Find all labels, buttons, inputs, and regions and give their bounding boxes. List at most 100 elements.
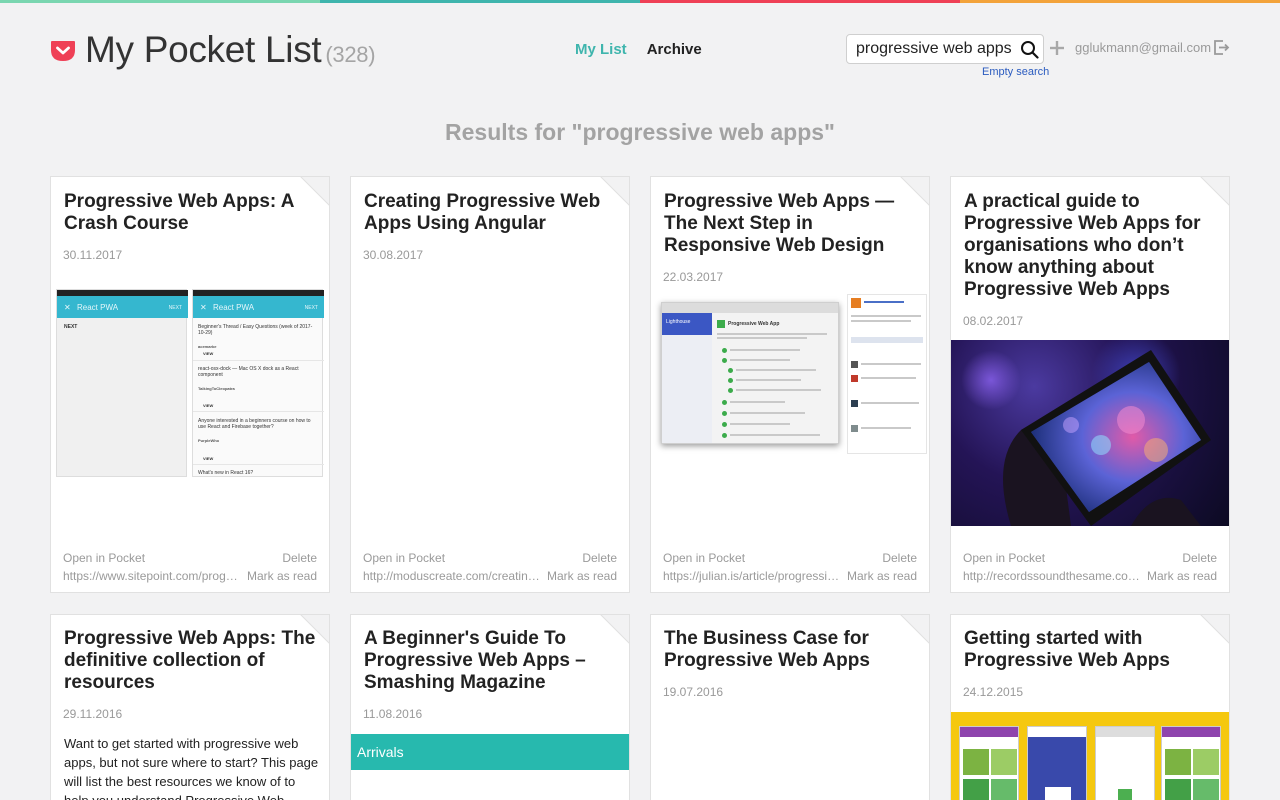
results-heading: Results for "progressive web apps" — [445, 119, 835, 145]
thumbnail-pass-dot — [728, 388, 733, 393]
nav-archive[interactable]: Archive — [647, 41, 702, 58]
thumbnail-phone-appbar — [1162, 727, 1220, 737]
empty-search-link[interactable]: Empty search — [982, 66, 1049, 78]
thumbnail-text-line — [730, 423, 790, 425]
thumbnail-item-user: TalkingToCleopatra — [198, 386, 235, 391]
thumbnail-left-item: NEXT — [64, 324, 78, 330]
card-date: 30.08.2017 — [363, 248, 424, 262]
thumbnail-phone — [1027, 726, 1087, 800]
logout-icon[interactable] — [1213, 39, 1230, 56]
card-title[interactable]: Progressive Web Apps: The definitive col… — [64, 628, 316, 694]
mark-as-read-button[interactable]: Mark as read — [247, 569, 317, 583]
item-count: (328) — [325, 42, 376, 67]
thumbnail-heading: Progressive Web App — [728, 321, 780, 327]
search-icon[interactable] — [1020, 40, 1039, 59]
thumbnail-view: VIEW — [203, 351, 214, 356]
card-title[interactable]: Progressive Web Apps: A Crash Course — [64, 191, 316, 235]
open-in-pocket-link[interactable]: Open in Pocket — [963, 551, 1045, 565]
thumbnail-pass-dot — [722, 433, 727, 438]
article-url-link[interactable]: http://recordssoundthesame.com/blog/a-pr… — [963, 569, 1141, 583]
thumbnail-sidebar: Lighthouse — [662, 313, 712, 443]
open-in-pocket-link[interactable]: Open in Pocket — [663, 551, 745, 565]
thumbnail-item-title: What's new in React 16? — [198, 470, 254, 476]
thumbnail-text-line — [851, 320, 911, 322]
mark-as-read-button[interactable]: Mark as read — [547, 569, 617, 583]
pocket-logo-icon[interactable] — [50, 39, 76, 63]
thumbnail-appbar: ✕ React PWA NEXT — [57, 296, 188, 318]
nav-my-list[interactable]: My List — [575, 41, 627, 58]
thumbnail-close-icon: ✕ — [200, 303, 207, 312]
page-title-text: My Pocket List — [85, 29, 322, 70]
thumbnail-social-feed — [847, 294, 927, 454]
mark-as-read-button[interactable]: Mark as read — [1147, 569, 1217, 583]
article-card[interactable]: The Business Case for Progressive Web Ap… — [650, 614, 930, 800]
card-date: 22.03.2017 — [663, 270, 724, 284]
card-title[interactable]: The Business Case for Progressive Web Ap… — [664, 628, 916, 672]
open-in-pocket-link[interactable]: Open in Pocket — [63, 551, 145, 565]
delete-button[interactable]: Delete — [282, 551, 317, 565]
thumbnail-sidebar-header: Lighthouse — [662, 313, 712, 335]
card-date: 08.02.2017 — [963, 314, 1024, 328]
thumbnail-app-title: React PWA — [213, 303, 255, 312]
thumbnail-text-line — [861, 363, 921, 365]
card-thumbnail[interactable] — [951, 712, 1229, 800]
thumbnail-text-line — [730, 401, 785, 403]
thumbnail-tile — [1165, 779, 1191, 800]
thumbnail-item: Anyone interested in a beginners course … — [198, 418, 318, 444]
article-card[interactable]: A practical guide to Progressive Web App… — [950, 176, 1230, 593]
thumbnail-score-icon — [717, 320, 725, 328]
delete-button[interactable]: Delete — [1182, 551, 1217, 565]
delete-button[interactable]: Delete — [582, 551, 617, 565]
page-title: My Pocket List (328) — [85, 29, 376, 71]
thumbnail-item-user: acemarke — [198, 344, 217, 349]
article-card[interactable]: Progressive Web Apps — The Next Step in … — [650, 176, 930, 593]
thumbnail-text-line — [736, 389, 821, 391]
article-card[interactable]: Creating Progressive Web Apps Using Angu… — [350, 176, 630, 593]
thumbnail-phone — [959, 726, 1019, 800]
thumbnail-tile — [991, 749, 1017, 775]
thumbnail-next: NEXT — [168, 305, 182, 311]
card-title[interactable]: Progressive Web Apps — The Next Step in … — [664, 191, 916, 257]
article-card[interactable]: Progressive Web Apps: A Crash Course 30.… — [50, 176, 330, 593]
article-url-link[interactable]: https://www.sitepoint.com/progressive-we… — [63, 569, 241, 583]
card-title[interactable]: Creating Progressive Web Apps Using Angu… — [364, 191, 616, 235]
thumbnail-item: Beginner's Thread / Easy Questions (week… — [198, 324, 318, 350]
thumbnail-tile — [1045, 787, 1071, 800]
search-input[interactable] — [847, 35, 1017, 63]
card-thumbnail[interactable]: ✕ React PWA NEXT NEXT ✕ React PWA NEXT B… — [51, 277, 329, 477]
thumbnail-phone — [1161, 726, 1221, 800]
open-in-pocket-link[interactable]: Open in Pocket — [363, 551, 445, 565]
thumbnail-text-line — [861, 377, 916, 379]
card-thumbnail[interactable]: Lighthouse Progressive Web App — [651, 292, 929, 462]
thumbnail-screen-left: ✕ React PWA NEXT NEXT — [56, 289, 188, 477]
article-card[interactable]: A Beginner's Guide To Progressive Web Ap… — [350, 614, 630, 800]
card-title[interactable]: Getting started with Progressive Web App… — [964, 628, 1216, 672]
card-thumbnail[interactable] — [951, 340, 1229, 526]
thumbnail-divider — [193, 360, 324, 361]
main-nav: My List Archive — [575, 41, 702, 58]
thumbnail-tile — [1193, 779, 1219, 800]
thumbnail-tile — [991, 779, 1017, 800]
mark-as-read-button[interactable]: Mark as read — [847, 569, 917, 583]
thumbnail-feed-avatar — [851, 298, 861, 308]
thumbnail-feed-avatar — [851, 400, 858, 407]
article-url-link[interactable]: http://moduscreate.com/creating-progress… — [363, 569, 541, 583]
thumbnail-pass-dot — [722, 411, 727, 416]
article-card[interactable]: Progressive Web Apps: The definitive col… — [50, 614, 330, 800]
thumbnail-arrivals-banner[interactable]: Arrivals — [351, 734, 629, 770]
plus-icon[interactable] — [1049, 40, 1065, 56]
thumbnail-phone-appbar — [1096, 727, 1154, 737]
search-box — [846, 34, 1044, 64]
thumbnail-text-line — [736, 379, 801, 381]
thumbnail-close-icon: ✕ — [64, 303, 71, 312]
thumbnail-phone — [1095, 726, 1155, 800]
thumbnail-divider — [193, 464, 324, 465]
thumbnail-browser-window: Lighthouse Progressive Web App — [661, 302, 839, 444]
thumbnail-pass-dot — [728, 368, 733, 373]
delete-button[interactable]: Delete — [882, 551, 917, 565]
article-card[interactable]: Getting started with Progressive Web App… — [950, 614, 1230, 800]
card-title[interactable]: A Beginner's Guide To Progressive Web Ap… — [364, 628, 616, 694]
card-title[interactable]: A practical guide to Progressive Web App… — [964, 191, 1216, 301]
card-date: 19.07.2016 — [663, 685, 724, 699]
article-url-link[interactable]: https://julian.is/article/progressive-we… — [663, 569, 841, 583]
